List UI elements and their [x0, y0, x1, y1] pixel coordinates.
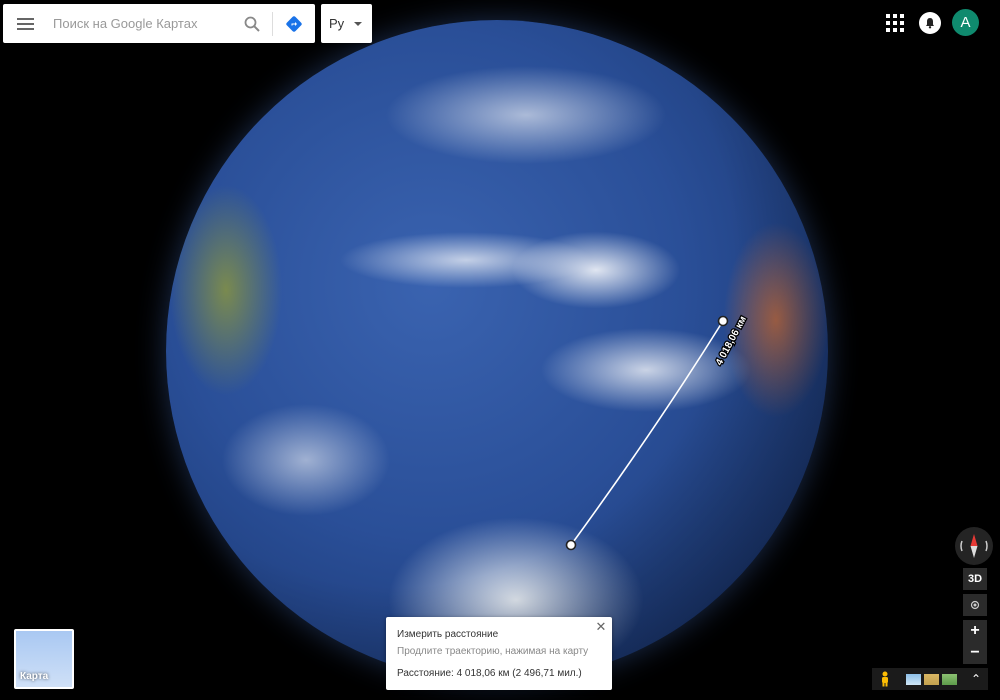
menu-button[interactable] [3, 4, 47, 43]
search-button[interactable] [232, 4, 272, 43]
imagery-thumbnail[interactable] [906, 673, 921, 685]
compass-icon [960, 534, 988, 558]
my-location-button[interactable] [963, 594, 987, 616]
hamburger-icon [16, 17, 34, 30]
search-icon [244, 16, 260, 32]
zoom-out-button[interactable]: − [963, 642, 987, 664]
3d-toggle-button[interactable]: 3D [963, 568, 987, 590]
measure-start-point[interactable] [565, 539, 577, 551]
imagery-thumbnail[interactable] [942, 673, 957, 685]
close-icon[interactable]: ✕ [594, 619, 608, 634]
my-location-icon [970, 600, 980, 610]
layer-toggle-label: Карта [20, 671, 49, 682]
compass-button[interactable] [955, 527, 993, 565]
notifications-icon [926, 18, 934, 29]
measure-distance-value: Расстояние: 4 018,06 км (2 496,71 мил.) [397, 668, 582, 679]
apps-grid-icon[interactable] [884, 12, 906, 34]
search-input[interactable] [47, 4, 232, 43]
directions-icon [286, 15, 302, 32]
bottom-controls: ⌃ [872, 668, 988, 690]
language-label: Ру [329, 16, 345, 31]
map-layer-toggle[interactable]: Карта [14, 629, 74, 689]
avatar[interactable]: A [952, 9, 979, 36]
chevron-down-icon [354, 21, 363, 26]
search-box [3, 4, 315, 43]
language-select[interactable]: Ру [321, 4, 372, 43]
measure-title: Измерить расстояние [397, 629, 499, 640]
expand-icon[interactable]: ⌃ [971, 672, 981, 686]
measure-distance-card: ✕ Измерить расстояние Продлите траектори… [386, 617, 612, 690]
imagery-thumbnail[interactable] [924, 673, 939, 685]
earth-globe[interactable] [166, 20, 828, 682]
notifications-button[interactable] [919, 12, 941, 34]
directions-button[interactable] [273, 4, 315, 43]
zoom-in-button[interactable]: + [963, 620, 987, 642]
measure-end-point[interactable] [717, 315, 729, 327]
pegman-icon[interactable] [878, 671, 892, 687]
measure-hint: Продлите траекторию, нажимая на карту [397, 646, 589, 657]
